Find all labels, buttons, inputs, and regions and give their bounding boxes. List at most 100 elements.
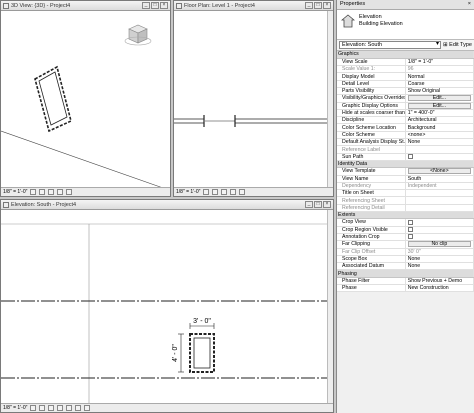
property-value[interactable] (405, 196, 474, 205)
property-value[interactable] (405, 218, 474, 227)
view-3d-canvas[interactable] (1, 11, 170, 190)
view-scale-label[interactable]: 1/8" = 1'-0" (176, 189, 200, 195)
property-button[interactable]: No clip (407, 241, 471, 247)
property-row[interactable]: Crop View (337, 218, 474, 227)
property-value[interactable]: Coarse (405, 80, 474, 89)
crop-icon[interactable] (239, 189, 246, 195)
property-value[interactable] (405, 233, 474, 242)
maximize-button[interactable]: □ (314, 2, 322, 9)
view-3d-titlebar[interactable]: 3D View: {3D} - Project4 _ □ × (1, 1, 170, 11)
sun-path-icon[interactable] (221, 189, 228, 195)
property-row[interactable]: Discipline Architectural (337, 116, 474, 125)
property-value[interactable] (405, 145, 474, 154)
property-value[interactable]: Independent (405, 182, 474, 191)
view-3d-window[interactable]: 3D View: {3D} - Project4 _ □ × 1/8" = 1'-0… (0, 0, 171, 197)
elevation-scrollbar[interactable] (327, 210, 333, 403)
hide-isolate-icon[interactable] (84, 405, 91, 411)
property-value[interactable] (405, 153, 474, 161)
sun-path-icon[interactable] (48, 405, 55, 411)
detail-level-icon[interactable] (203, 189, 210, 195)
property-button[interactable]: Edit... (407, 102, 471, 109)
property-row[interactable]: Parts Visibility Show Original (337, 87, 474, 96)
property-value[interactable]: None (405, 138, 474, 147)
property-checkbox[interactable] (407, 153, 413, 159)
property-row[interactable]: Color Scheme <none> (337, 131, 474, 140)
property-value[interactable]: None (405, 255, 474, 264)
property-row[interactable]: View Name South (337, 175, 474, 183)
property-value[interactable] (405, 189, 474, 198)
crop-icon[interactable] (66, 405, 73, 411)
view-scale-label[interactable]: 1/8" = 1'-0" (3, 405, 27, 411)
height-dimension-label[interactable]: 4' - 0" (172, 344, 179, 362)
property-value[interactable]: Edit... (405, 94, 474, 103)
property-row[interactable]: Scale Value 1: 96 (337, 65, 474, 74)
property-value[interactable]: 30' 0" (405, 248, 474, 256)
property-group-header[interactable]: Graphics (337, 51, 474, 59)
property-value[interactable]: <none> (405, 131, 474, 140)
floor-plan-canvas[interactable] (174, 11, 333, 187)
property-row[interactable]: Color Scheme Location Background (337, 123, 474, 132)
property-row[interactable]: Phase New Construction (337, 284, 474, 293)
close-button[interactable]: × (160, 2, 168, 9)
property-row[interactable]: Annotation Crop (337, 233, 474, 242)
property-button[interactable]: <None> (407, 168, 471, 175)
property-row[interactable]: Far Clip Offset 30' 0" (337, 248, 474, 256)
floor-plan-scrollbar[interactable] (327, 11, 333, 187)
property-value[interactable]: 1/8" = 1'-0" (405, 58, 474, 67)
close-button[interactable]: × (323, 201, 331, 208)
property-row[interactable]: Hide at scales coarser than 1" = 400'-0" (337, 109, 474, 118)
property-checkbox[interactable] (407, 226, 413, 232)
shadows-icon[interactable] (57, 405, 64, 411)
property-value[interactable]: <None> (405, 167, 474, 176)
shadows-icon[interactable] (230, 189, 237, 195)
property-row[interactable]: Sun Path (337, 153, 474, 161)
property-row[interactable]: Reference Label (337, 145, 474, 154)
property-row[interactable]: Associated Datum None (337, 262, 474, 271)
crop-visible-icon[interactable] (75, 405, 82, 411)
property-row[interactable]: Title on Sheet (337, 189, 474, 198)
property-value[interactable]: 96 (405, 65, 474, 74)
close-button[interactable]: × (323, 2, 331, 9)
property-row[interactable]: Phase Filter Show Previous + Demo (337, 277, 474, 286)
properties-titlebar[interactable]: Properties × (337, 0, 474, 10)
property-row[interactable]: Dependency Independent (337, 182, 474, 191)
elevation-window[interactable]: Elevation: South - Project4 _ □ × 3' - 0" … (0, 199, 334, 413)
property-value[interactable]: Architectural (405, 116, 474, 125)
property-value[interactable]: Show Previous + Demo (405, 277, 474, 286)
property-row[interactable]: Default Analysis Display St... None (337, 138, 474, 147)
property-value[interactable]: No clip (405, 240, 474, 249)
property-checkbox[interactable] (407, 234, 413, 240)
detail-level-icon[interactable] (30, 405, 37, 411)
property-value[interactable]: South (405, 175, 474, 183)
sun-path-icon[interactable] (48, 189, 55, 195)
maximize-button[interactable]: □ (314, 201, 322, 208)
visual-style-icon[interactable] (39, 189, 46, 195)
property-value[interactable]: Normal (405, 72, 474, 81)
instance-selector[interactable]: Elevation: South (339, 41, 442, 49)
property-value[interactable]: 1" = 400'-0" (405, 109, 474, 118)
property-value[interactable]: Edit... (405, 102, 474, 110)
property-row[interactable]: Visibility/Graphics Overrides Edit... (337, 94, 474, 103)
floor-plan-titlebar[interactable]: Floor Plan: Level 1 - Project4 _ □ × (174, 1, 333, 11)
floor-plan-window[interactable]: Floor Plan: Level 1 - Project4 _ □ × 1/8" … (173, 0, 334, 197)
property-value[interactable]: New Construction (405, 284, 474, 293)
property-row[interactable]: Far Clipping No clip (337, 240, 474, 249)
property-row[interactable]: Graphic Display Options Edit... (337, 102, 474, 110)
property-row[interactable]: Display Model Normal (337, 72, 474, 81)
property-row[interactable]: Referencing Detail (337, 204, 474, 213)
property-row[interactable]: Scope Box None (337, 255, 474, 264)
detail-level-icon[interactable] (30, 189, 37, 195)
elevation-canvas[interactable]: 3' - 0" 4' - 0" (1, 210, 333, 405)
property-value[interactable]: None (405, 262, 474, 271)
view-cube-icon[interactable] (124, 24, 152, 46)
close-icon[interactable]: × (468, 1, 471, 8)
type-selector-preview[interactable]: Elevation Building Elevation (337, 10, 474, 40)
minimize-button[interactable]: _ (142, 2, 150, 9)
property-checkbox[interactable] (407, 219, 413, 225)
edit-type-button[interactable]: ⊞ Edit Type (443, 42, 472, 48)
property-row[interactable]: Crop Region Visible (337, 226, 474, 234)
property-group-header[interactable]: Extents (337, 211, 474, 220)
width-dimension-label[interactable]: 3' - 0" (193, 318, 211, 325)
crop-icon[interactable] (66, 189, 73, 195)
elevation-titlebar[interactable]: Elevation: South - Project4 _ □ × (1, 200, 333, 210)
